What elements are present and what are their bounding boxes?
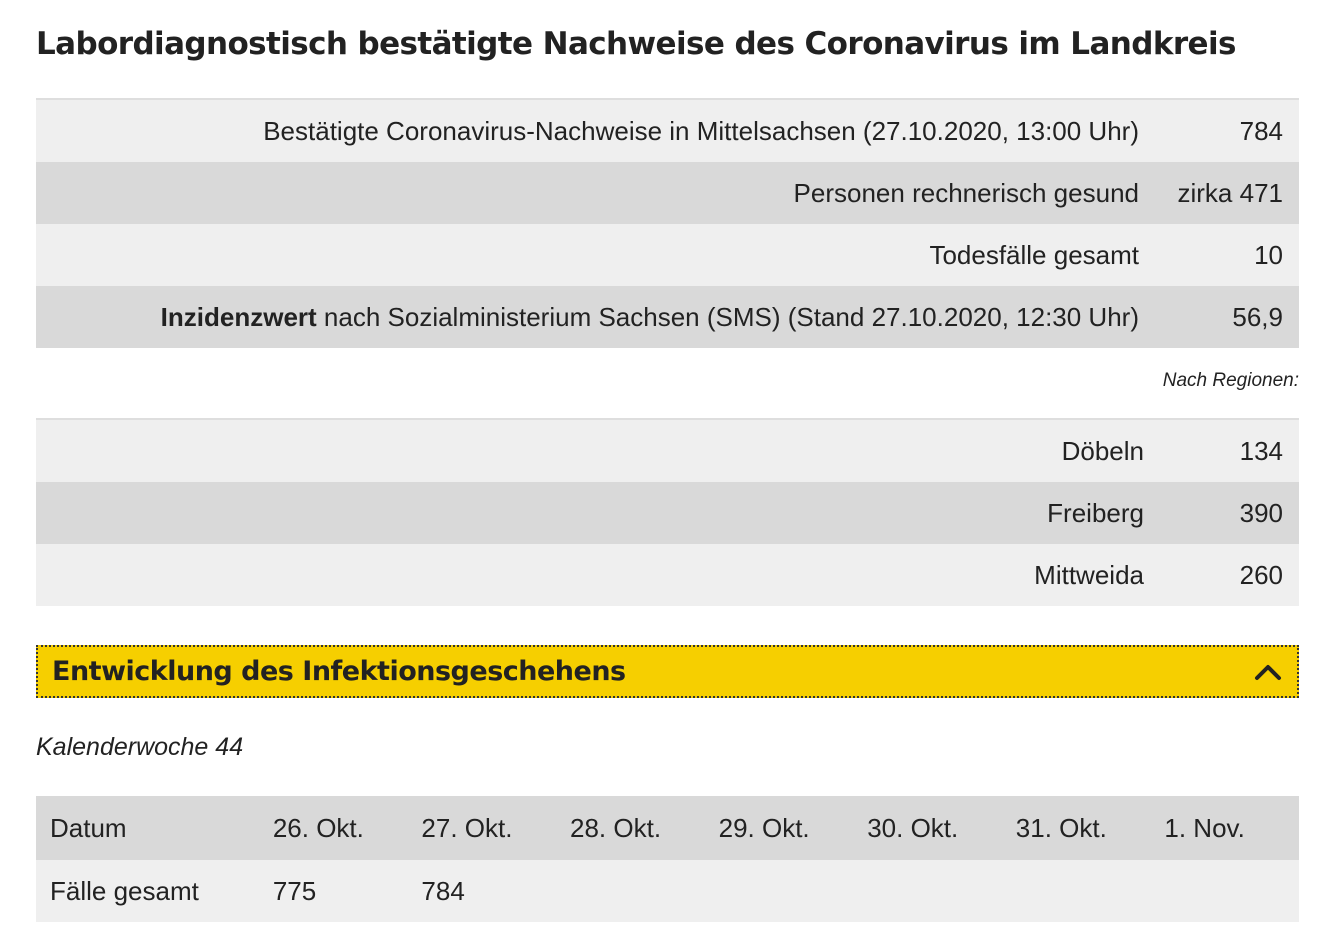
stats-label: Todesfälle gesamt (929, 239, 1139, 270)
stats-value: 784 (1239, 115, 1283, 146)
region-row: Döbeln 134 (36, 420, 1299, 482)
week-header-label: Datum (50, 812, 127, 843)
week-value: 784 (421, 875, 465, 906)
week-day: 1. Nov. (1164, 812, 1245, 843)
region-label: Mittweida (1034, 559, 1144, 590)
stats-label: Bestätigte Coronavirus-Nachweise in Mitt… (263, 115, 1139, 146)
region-row: Freiberg 390 (36, 482, 1299, 544)
week-day: 29. Okt. (718, 812, 810, 843)
stats-row: Inzidenzwert nach Sozialministerium Sach… (36, 286, 1299, 348)
region-row: Mittweida 260 (36, 544, 1299, 606)
stats-value: 10 (1254, 239, 1283, 270)
stats-value: zirka 471 (1177, 177, 1284, 208)
page: Labordiagnostisch bestätigte Nachweise d… (0, 0, 1326, 952)
week-value-row: Fälle gesamt 775 784 (36, 860, 1299, 922)
stats-label: Personen rechnerisch gesund (793, 177, 1139, 208)
region-value: 134 (1239, 435, 1283, 466)
week-header-row: Datum 26. Okt. 27. Okt. 28. Okt. 29. Okt… (36, 796, 1299, 860)
accordion-toggle[interactable]: Entwicklung des Infektionsgeschehens (36, 645, 1299, 698)
stats-row: Todesfälle gesamt 10 (36, 224, 1299, 286)
week-day: 30. Okt. (867, 812, 959, 843)
week-value: 775 (272, 875, 317, 906)
week-day: 26. Okt. (272, 812, 364, 843)
page-title: Labordiagnostisch bestätigte Nachweise d… (36, 26, 1236, 62)
region-value: 390 (1239, 497, 1283, 528)
accordion-title: Entwicklung des Infektionsgeschehens (52, 656, 626, 687)
stats-table: Bestätigte Coronavirus-Nachweise in Mitt… (36, 98, 1299, 348)
week-caption: Kalenderwoche 44 (36, 733, 244, 761)
stats-row: Personen rechnerisch gesund zirka 471 (36, 162, 1299, 224)
region-label: Döbeln (1061, 435, 1144, 466)
chevron-up-icon (1255, 664, 1281, 680)
week-day: 28. Okt. (570, 812, 662, 843)
regions-table: Döbeln 134 Freiberg 390 Mittweida 260 (36, 418, 1299, 606)
regions-caption: Nach Regionen: (1162, 370, 1299, 391)
week-row-label: Fälle gesamt (50, 875, 199, 906)
region-label: Freiberg (1047, 497, 1144, 528)
stats-row: Bestätigte Coronavirus-Nachweise in Mitt… (36, 100, 1299, 162)
week-day: 27. Okt. (421, 812, 513, 843)
week-day: 31. Okt. (1015, 812, 1107, 843)
stats-label: Inzidenzwert nach Sozialministerium Sach… (160, 301, 1139, 332)
stats-value: 56,9 (1232, 301, 1283, 332)
week-table: Datum 26. Okt. 27. Okt. 28. Okt. 29. Okt… (36, 796, 1299, 922)
region-value: 260 (1239, 559, 1283, 590)
